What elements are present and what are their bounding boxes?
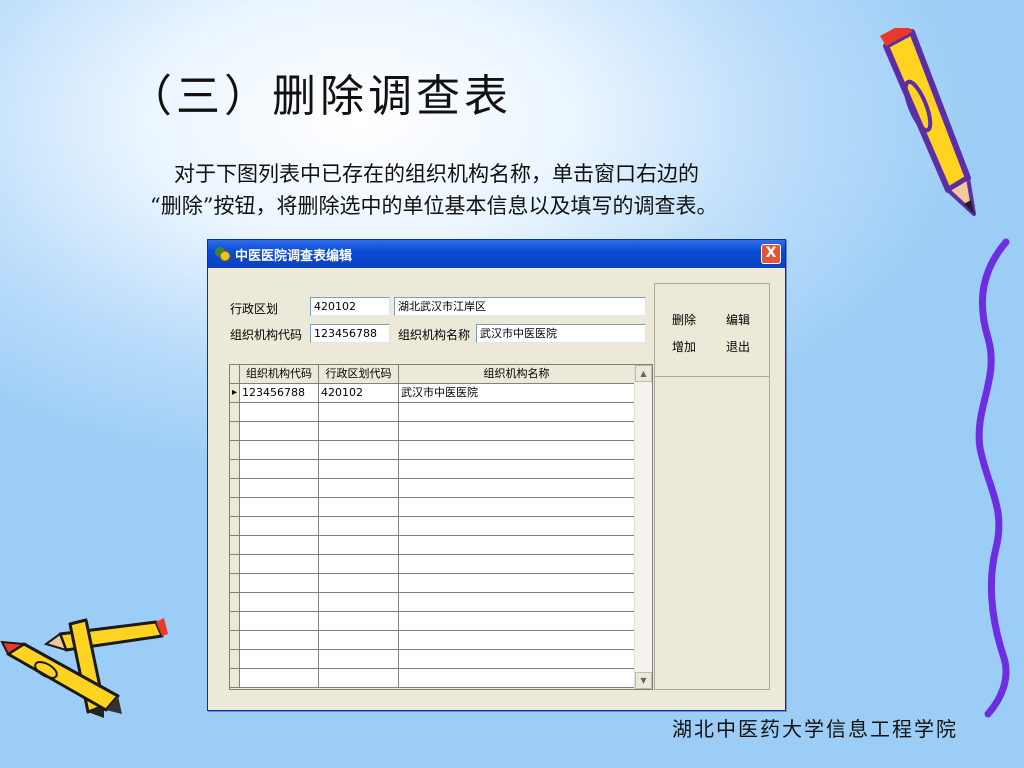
- scroll-up-icon[interactable]: ▲: [635, 365, 652, 382]
- close-button[interactable]: X: [761, 244, 781, 264]
- row-indicator[interactable]: [230, 669, 240, 688]
- row-indicator[interactable]: [230, 422, 240, 441]
- empty-table-cell[interactable]: [319, 650, 399, 669]
- table-cell[interactable]: 123456788: [240, 384, 319, 403]
- row-indicator[interactable]: [230, 631, 240, 650]
- delete-button[interactable]: 删除: [672, 311, 696, 328]
- table-cell[interactable]: 武汉市中医医院: [399, 384, 635, 403]
- empty-table-cell[interactable]: [240, 612, 319, 631]
- row-indicator[interactable]: [230, 574, 240, 593]
- empty-table-cell[interactable]: [319, 669, 399, 688]
- empty-table-cell[interactable]: [240, 441, 319, 460]
- row-indicator[interactable]: [230, 460, 240, 479]
- add-button[interactable]: 增加: [672, 338, 696, 355]
- row-indicator[interactable]: [230, 536, 240, 555]
- description-line-1: 对于下图列表中已存在的组织机构名称，单击窗口右边的: [174, 162, 699, 186]
- empty-table-cell[interactable]: [399, 441, 635, 460]
- action-button-panel: 删除 编辑 增加 退出: [654, 283, 770, 690]
- empty-table-cell[interactable]: [399, 631, 635, 650]
- empty-table-cell[interactable]: [240, 631, 319, 650]
- empty-table-cell[interactable]: [319, 612, 399, 631]
- org-name-field[interactable]: 武汉市中医医院: [476, 324, 646, 343]
- pencil-icon: [880, 28, 976, 216]
- org-code-label: 组织机构代码: [230, 328, 303, 342]
- empty-table-cell[interactable]: [240, 593, 319, 612]
- app-icon: [215, 247, 231, 262]
- row-indicator[interactable]: [230, 555, 240, 574]
- column-header[interactable]: 组织机构名称: [399, 365, 635, 384]
- column-header[interactable]: 组织机构代码: [240, 365, 319, 384]
- survey-editor-window: 中医医院调查表编辑 X 行政区划 420102 湖北武汉市江岸区 组织机构代码 …: [207, 239, 786, 711]
- empty-table-cell[interactable]: [399, 498, 635, 517]
- window-titlebar[interactable]: 中医医院调查表编辑 X: [208, 240, 785, 268]
- empty-table-cell[interactable]: [319, 460, 399, 479]
- empty-table-cell[interactable]: [240, 574, 319, 593]
- empty-table-cell[interactable]: [399, 460, 635, 479]
- footer-institution: 湖北中医药大学信息工程学院: [672, 717, 958, 741]
- empty-table-cell[interactable]: [319, 498, 399, 517]
- region-name-field[interactable]: 湖北武汉市江岸区: [394, 297, 646, 316]
- row-indicator[interactable]: [230, 650, 240, 669]
- empty-table-cell[interactable]: [240, 460, 319, 479]
- empty-table-cell[interactable]: [240, 650, 319, 669]
- exit-button[interactable]: 退出: [726, 338, 750, 355]
- org-data-grid[interactable]: 组织机构代码 行政区划代码 组织机构名称 ▸ 123456788 420102 武汉市中医医…: [229, 364, 653, 690]
- org-code-field[interactable]: 123456788: [310, 324, 390, 343]
- row-indicator[interactable]: ▸: [230, 384, 240, 403]
- slide-title: （三）删除调查表: [128, 71, 512, 122]
- empty-table-cell[interactable]: [319, 593, 399, 612]
- row-indicator[interactable]: [230, 498, 240, 517]
- empty-table-cell[interactable]: [240, 536, 319, 555]
- slide-description: 对于下图列表中已存在的组织机构名称，单击窗口右边的 “删除”按钮，将删除选中的单…: [150, 158, 950, 222]
- empty-table-cell[interactable]: [319, 479, 399, 498]
- row-indicator[interactable]: [230, 517, 240, 536]
- empty-table-cell[interactable]: [319, 555, 399, 574]
- empty-table-cell[interactable]: [319, 574, 399, 593]
- region-code-field[interactable]: 420102: [310, 297, 390, 316]
- empty-table-cell[interactable]: [319, 441, 399, 460]
- grid-vertical-scrollbar[interactable]: ▲ ▼: [634, 365, 652, 689]
- empty-table-cell[interactable]: [240, 498, 319, 517]
- empty-table-cell[interactable]: [319, 403, 399, 422]
- empty-table-cell[interactable]: [240, 403, 319, 422]
- empty-table-cell[interactable]: [319, 517, 399, 536]
- squiggle-line-icon: [975, 238, 1010, 718]
- empty-table-cell[interactable]: [399, 479, 635, 498]
- empty-table-cell[interactable]: [399, 403, 635, 422]
- window-title: 中医医院调查表编辑: [235, 248, 353, 264]
- empty-table-cell[interactable]: [319, 422, 399, 441]
- row-indicator[interactable]: [230, 612, 240, 631]
- column-header[interactable]: 行政区划代码: [319, 365, 399, 384]
- empty-table-cell[interactable]: [319, 536, 399, 555]
- empty-table-cell[interactable]: [399, 536, 635, 555]
- empty-table-cell[interactable]: [399, 517, 635, 536]
- region-label: 行政区划: [230, 302, 279, 316]
- empty-table-cell[interactable]: [399, 650, 635, 669]
- edit-button[interactable]: 编辑: [726, 311, 750, 328]
- empty-table-cell[interactable]: [399, 422, 635, 441]
- empty-table-cell[interactable]: [240, 669, 319, 688]
- empty-table-cell[interactable]: [399, 574, 635, 593]
- empty-table-cell[interactable]: [399, 612, 635, 631]
- org-name-label: 组织机构名称: [398, 328, 471, 342]
- row-indicator[interactable]: [230, 593, 240, 612]
- grid-header-corner: [230, 365, 240, 384]
- empty-table-cell[interactable]: [240, 479, 319, 498]
- row-indicator[interactable]: [230, 403, 240, 422]
- grid-body: 组织机构代码 行政区划代码 组织机构名称 ▸ 123456788 420102 武汉市中医医…: [230, 365, 635, 689]
- row-indicator[interactable]: [230, 441, 240, 460]
- empty-table-cell[interactable]: [399, 593, 635, 612]
- empty-table-cell[interactable]: [399, 669, 635, 688]
- empty-table-cell[interactable]: [240, 555, 319, 574]
- crossed-pencils-icon: [0, 618, 168, 718]
- empty-table-cell[interactable]: [319, 631, 399, 650]
- empty-table-cell[interactable]: [240, 422, 319, 441]
- table-cell[interactable]: 420102: [319, 384, 399, 403]
- empty-table-cell[interactable]: [399, 555, 635, 574]
- row-indicator[interactable]: [230, 479, 240, 498]
- panel-divider: [655, 376, 769, 377]
- description-line-2: “删除”按钮，将删除选中的单位基本信息以及填写的调查表。: [150, 194, 718, 218]
- scroll-down-icon[interactable]: ▼: [635, 672, 652, 689]
- empty-table-cell[interactable]: [240, 517, 319, 536]
